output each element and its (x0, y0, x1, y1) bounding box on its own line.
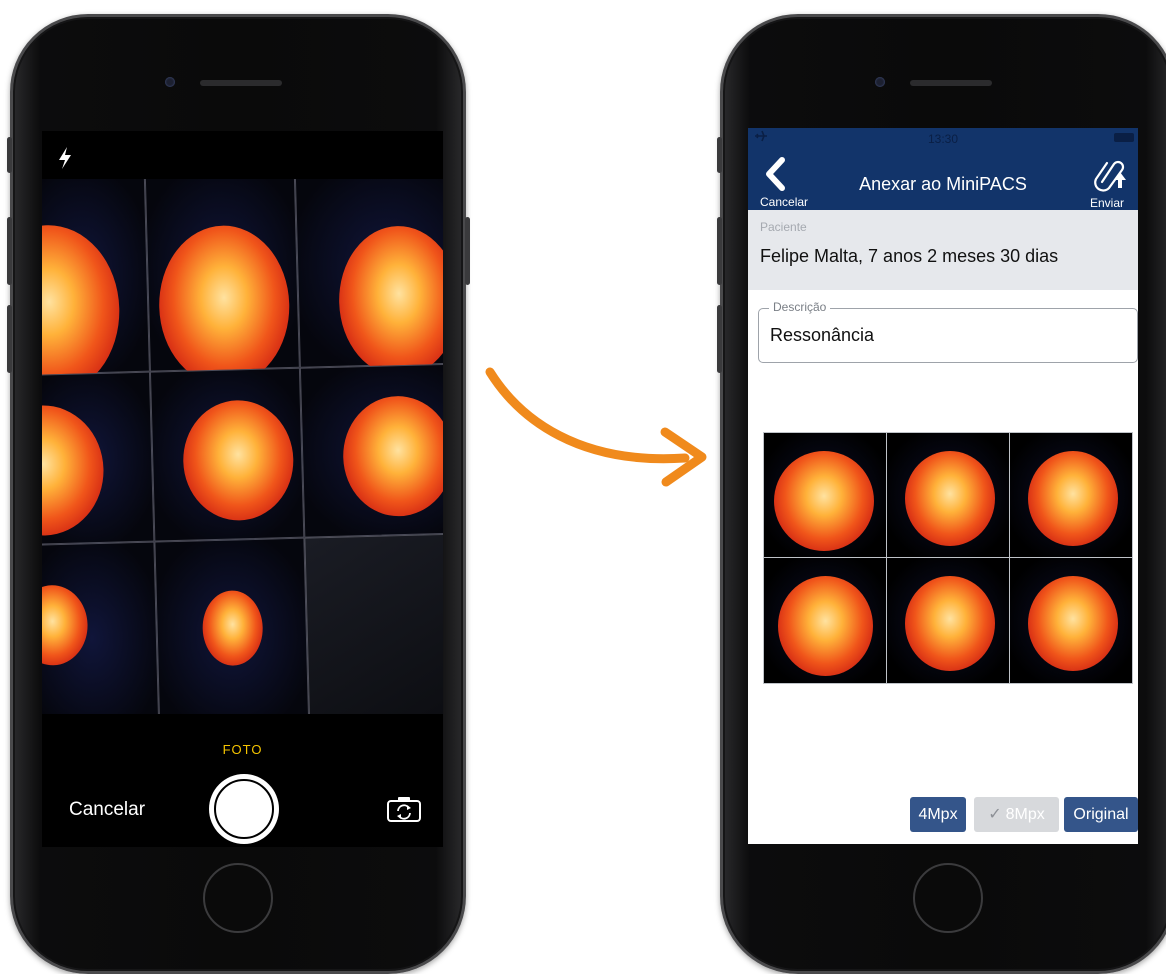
arrow-icon (485, 367, 707, 487)
cancel-button[interactable]: Cancelar (69, 799, 145, 821)
page-title: Anexar ao MiniPACS (859, 174, 1027, 194)
volume-up-button (7, 217, 12, 285)
volume-down-button (7, 305, 12, 373)
patient-name: Felipe Malta, 7 anos 2 meses 30 dias (760, 246, 1059, 266)
send-button[interactable]: Enviar (1086, 156, 1136, 210)
camera-screen: FOTO Cancelar (42, 131, 443, 847)
mute-switch (7, 137, 12, 173)
send-label: Enviar (1090, 196, 1125, 210)
app-screen: 13:30 Cancelar Anexar ao MiniPACS Enviar… (748, 128, 1138, 844)
front-camera (875, 77, 885, 87)
switch-camera-icon[interactable] (387, 796, 421, 822)
mri-film (42, 179, 443, 714)
patient-section: Paciente Felipe Malta, 7 anos 2 meses 30… (748, 210, 1138, 290)
front-camera (165, 77, 175, 87)
phone-camera: FOTO Cancelar (7, 14, 470, 974)
home-button (203, 863, 273, 933)
home-button (913, 863, 983, 933)
status-time: 13:30 (927, 132, 959, 146)
resolution-4mpx-button[interactable]: 4Mpx (910, 797, 966, 832)
photo-mode-label[interactable]: FOTO (42, 742, 443, 757)
flash-icon[interactable] (56, 145, 74, 171)
shutter-inner-ring (214, 779, 274, 839)
resolution-8mpx-label: 8Mpx (1005, 806, 1045, 823)
paperclip-upload-icon (1094, 160, 1126, 192)
camera-viewfinder (42, 179, 443, 714)
back-cancel-label: Cancelar (760, 195, 809, 209)
navigation-bar: 13:30 Cancelar Anexar ao MiniPACS Enviar (748, 128, 1138, 210)
patient-label: Paciente (760, 220, 807, 234)
image-preview[interactable] (763, 432, 1133, 684)
description-field[interactable]: Descrição Ressonância (758, 300, 1138, 363)
resolution-8mpx-button[interactable]: ✓ 8Mpx (974, 797, 1059, 832)
mute-switch (717, 137, 722, 173)
earpiece (910, 80, 992, 86)
shutter-button[interactable] (209, 774, 279, 844)
battery-icon (1114, 133, 1134, 142)
checkmark-icon: ✓ (988, 806, 1002, 823)
power-button (465, 217, 470, 285)
description-value: Ressonância (770, 325, 875, 345)
description-label: Descrição (769, 300, 831, 314)
resolution-original-button[interactable]: Original (1064, 797, 1138, 832)
volume-up-button (717, 217, 722, 285)
earpiece (200, 80, 282, 86)
volume-down-button (717, 305, 722, 373)
